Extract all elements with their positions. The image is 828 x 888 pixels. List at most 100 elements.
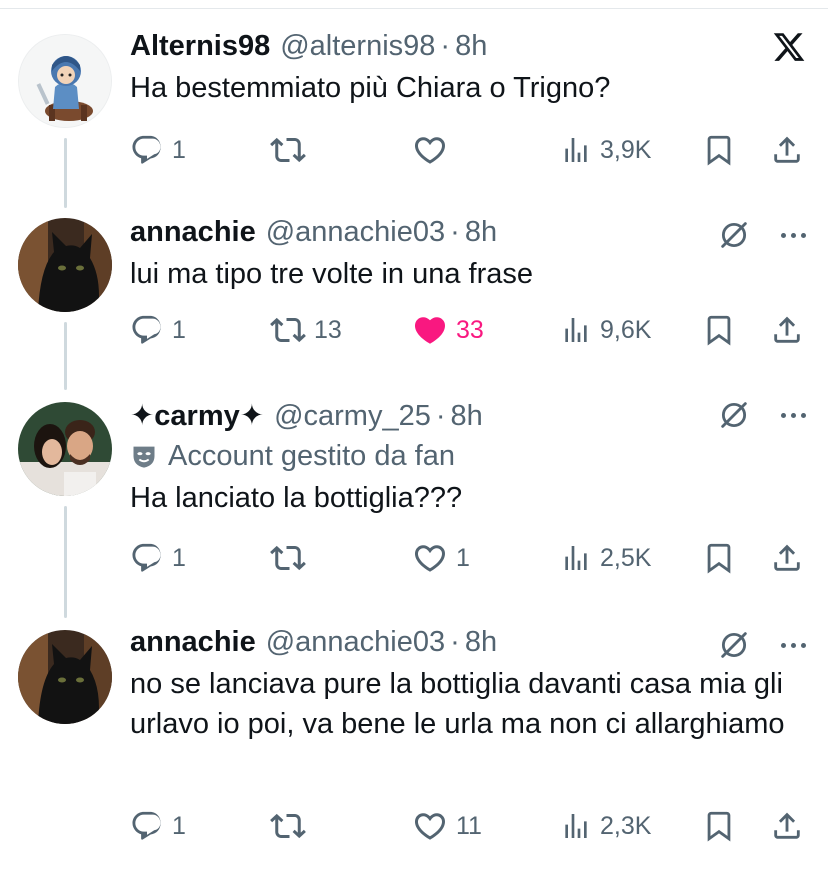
display-name[interactable]: Alternis98 (130, 30, 270, 63)
avatar-black-cat-image (18, 218, 112, 312)
views-icon (565, 814, 587, 838)
share-button[interactable] (770, 310, 804, 350)
mute-icon[interactable] (717, 398, 751, 432)
reply-button[interactable]: 1 (130, 130, 186, 170)
tweet-text: Ha bestemmiato più Chiara o Trigno? (130, 72, 611, 104)
retweet-icon (270, 813, 306, 839)
timestamp[interactable]: 8h (455, 30, 487, 63)
header-actions (717, 218, 806, 252)
mute-icon[interactable] (717, 218, 751, 252)
like-count: 33 (456, 315, 484, 344)
retweet-button[interactable] (270, 130, 314, 170)
like-button[interactable]: 33 (412, 310, 484, 350)
display-name[interactable]: annachie (130, 216, 256, 249)
reply-button[interactable]: 1 (130, 806, 186, 846)
bookmark-icon (707, 135, 731, 166)
views-count: 2,5K (600, 543, 652, 572)
bookmark-button[interactable] (702, 538, 736, 578)
handle[interactable]: @annachie03 (266, 216, 445, 249)
tweet[interactable]: Alternis98 @alternis98 · 8h Ha bestemmia… (0, 0, 828, 190)
tweet-text: lui ma tipo tre volte in una frase (130, 258, 533, 290)
avatar[interactable] (18, 34, 112, 128)
reply-button[interactable]: 1 (130, 310, 186, 350)
reply-icon (132, 315, 161, 344)
separator-dot: · (440, 30, 451, 62)
x-logo-icon[interactable] (772, 30, 806, 64)
bookmark-button[interactable] (702, 806, 736, 846)
tweet-actions: 1 1 2,5K (130, 538, 810, 578)
like-count: 11 (456, 811, 482, 840)
display-name[interactable]: annachie (130, 626, 256, 659)
heart-icon (414, 813, 446, 840)
bookmark-icon (707, 811, 731, 842)
header-actions (717, 628, 806, 662)
retweet-button[interactable] (270, 538, 314, 578)
views-icon (565, 318, 587, 342)
like-count: 1 (456, 543, 470, 572)
bookmark-icon (707, 315, 731, 346)
bookmark-button[interactable] (702, 130, 736, 170)
fan-account-text: Account gestito da fan (168, 439, 455, 472)
timestamp[interactable]: 8h (465, 626, 497, 659)
tweet[interactable]: ✦carmy✦ @carmy_25 · 8h Account gestito d… (0, 380, 828, 616)
bookmark-button[interactable] (702, 310, 736, 350)
views-button[interactable]: 3,9K (560, 130, 651, 170)
like-button[interactable]: 11 (412, 806, 482, 846)
retweet-button[interactable]: 13 (270, 310, 342, 350)
mute-icon[interactable] (717, 628, 751, 662)
fan-mask-icon (133, 446, 155, 468)
share-icon (774, 544, 800, 571)
handle[interactable]: @alternis98 (280, 30, 435, 63)
share-icon (774, 316, 800, 343)
more-icon[interactable] (781, 642, 806, 648)
timestamp[interactable]: 8h (451, 400, 483, 433)
tweet[interactable]: annachie @annachie03 · 8h no se lanciava… (0, 616, 828, 888)
views-button[interactable]: 2,5K (560, 538, 651, 578)
heart-icon (414, 137, 446, 164)
retweet-count: 13 (314, 315, 342, 344)
avatar[interactable] (18, 402, 112, 496)
handle[interactable]: @annachie03 (266, 626, 445, 659)
reply-count: 1 (172, 543, 186, 572)
heart-icon (414, 317, 446, 344)
reply-count: 1 (172, 315, 186, 344)
reply-icon (132, 543, 161, 572)
avatar[interactable] (18, 630, 112, 724)
more-icon[interactable] (781, 412, 806, 418)
handle[interactable]: @carmy_25 (274, 400, 431, 433)
heart-icon (414, 545, 446, 572)
views-icon (565, 138, 587, 162)
retweet-button[interactable] (270, 806, 314, 846)
views-count: 2,3K (600, 811, 652, 840)
avatar-knight-image (19, 35, 111, 127)
views-button[interactable]: 9,6K (560, 310, 651, 350)
reply-icon (132, 135, 161, 164)
like-button[interactable]: 1 (412, 538, 470, 578)
display-name[interactable]: ✦carmy✦ (130, 398, 264, 433)
header-actions (717, 398, 806, 432)
share-icon (774, 136, 800, 163)
bookmark-icon (707, 543, 731, 574)
like-button[interactable] (412, 130, 456, 170)
tweet-text: no se lanciava pure la bottiglia davanti… (130, 668, 785, 740)
tweet[interactable]: annachie @annachie03 · 8h lui ma tipo tr… (0, 190, 828, 380)
avatar[interactable] (18, 218, 112, 312)
reply-count: 1 (172, 135, 186, 164)
tweet-actions: 1 13 33 9,6K (130, 310, 810, 350)
avatar-black-cat-image (18, 630, 112, 724)
header-actions (772, 30, 806, 64)
separator-dot: · (450, 626, 460, 658)
share-button[interactable] (770, 806, 804, 846)
tweet-actions: 1 11 2,3K (130, 806, 810, 846)
share-button[interactable] (770, 130, 804, 170)
more-icon[interactable] (781, 232, 806, 238)
share-button[interactable] (770, 538, 804, 578)
reply-button[interactable]: 1 (130, 538, 186, 578)
separator-dot: · (450, 216, 460, 248)
views-button[interactable]: 2,3K (560, 806, 651, 846)
reply-icon (132, 811, 161, 840)
timestamp[interactable]: 8h (465, 216, 497, 249)
reply-count: 1 (172, 811, 186, 840)
views-count: 3,9K (600, 135, 652, 164)
views-count: 9,6K (600, 315, 652, 344)
